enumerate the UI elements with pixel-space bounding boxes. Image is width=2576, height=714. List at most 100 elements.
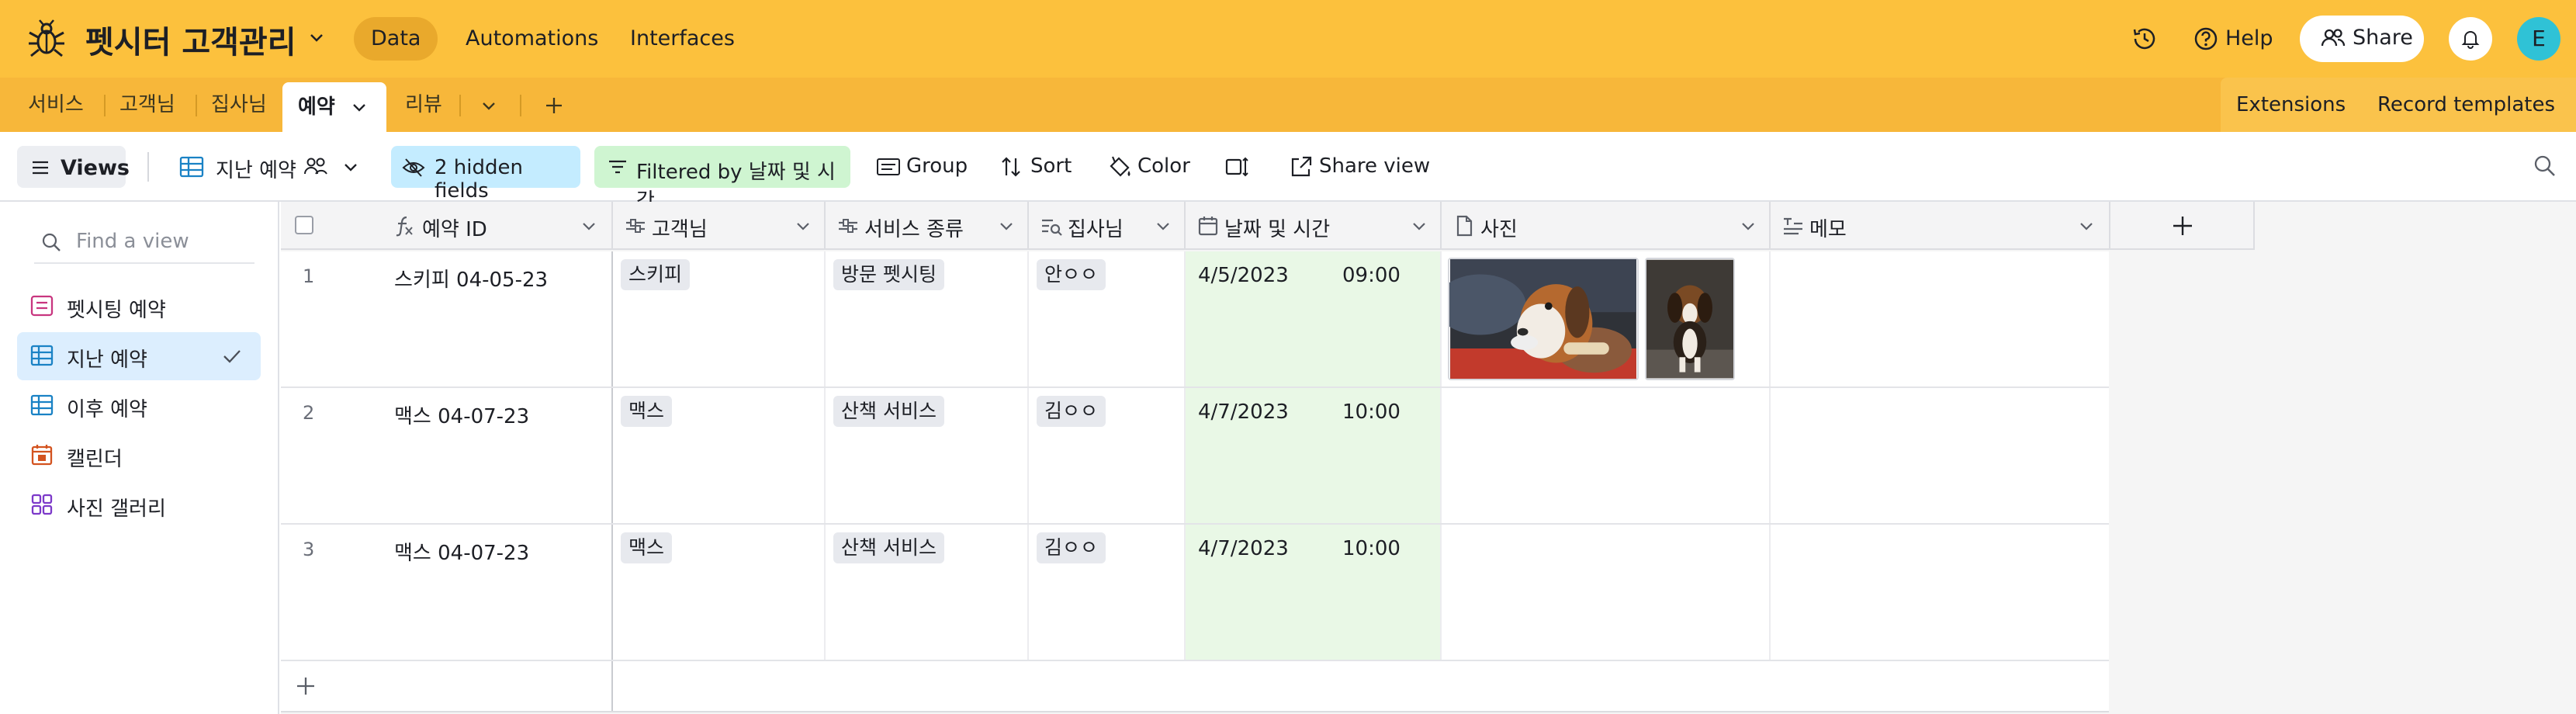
- nav-data[interactable]: Data: [354, 17, 438, 61]
- cell-memo[interactable]: [1771, 525, 2109, 660]
- cell-memo[interactable]: [1771, 251, 2109, 386]
- cell-sitter[interactable]: 김ㅇㅇ: [1029, 388, 1186, 523]
- paint-bucket-icon[interactable]: [1106, 154, 1133, 180]
- views-button[interactable]: Views: [17, 146, 130, 188]
- add-record-row[interactable]: [281, 661, 2109, 712]
- help-icon[interactable]: [2193, 26, 2219, 52]
- current-view-name[interactable]: 지난 예약: [216, 154, 296, 183]
- row-height-icon[interactable]: [1224, 154, 1251, 180]
- sidebar-item-upcoming-reservations[interactable]: 이후 예약: [17, 382, 261, 430]
- avatar[interactable]: E: [2517, 17, 2560, 61]
- sitter-tag[interactable]: 김ㅇㅇ: [1037, 532, 1106, 563]
- cell-customer[interactable]: 스키피: [613, 251, 826, 386]
- chevron-down-icon[interactable]: [351, 99, 368, 116]
- table-row[interactable]: 2 맥스 04-07-23 맥스 산책 서비스 김ㅇㅇ 4/7/2023 10:…: [281, 388, 2109, 525]
- share-external-icon[interactable]: [1288, 154, 1314, 180]
- nav-interfaces[interactable]: Interfaces: [613, 17, 752, 61]
- group-button[interactable]: Group: [906, 154, 968, 178]
- chevron-down-icon[interactable]: [341, 158, 360, 176]
- cell-photos[interactable]: [1442, 251, 1771, 386]
- customer-tag[interactable]: 맥스: [621, 396, 673, 427]
- base-name[interactable]: 펫시터 고객관리: [85, 17, 296, 62]
- column-header-customer[interactable]: 고객님: [613, 202, 826, 250]
- cell-date-time[interactable]: 4/7/2023 10:00: [1186, 525, 1442, 660]
- column-header-reservation-id[interactable]: 예약 ID: [281, 202, 613, 250]
- extensions-button[interactable]: Extensions: [2236, 93, 2346, 116]
- cell-service-type[interactable]: 산책 서비스: [826, 525, 1029, 660]
- top-bar: 펫시터 고객관리 Data Automations Interfaces Hel…: [0, 0, 2576, 78]
- cell-service-type[interactable]: 방문 펫시팅: [826, 251, 1029, 386]
- sidebar-item-calendar[interactable]: 캘린더: [17, 432, 261, 480]
- history-icon[interactable]: [2129, 23, 2160, 54]
- record-templates-button[interactable]: Record templates: [2377, 93, 2555, 116]
- chevron-down-icon[interactable]: [998, 217, 1015, 234]
- share-view-button[interactable]: Share view: [1319, 154, 1430, 178]
- chevron-down-icon[interactable]: [795, 217, 812, 234]
- customer-tag[interactable]: 맥스: [621, 532, 673, 563]
- column-name: 서비스 종류: [864, 218, 964, 241]
- search-icon[interactable]: [2533, 154, 2557, 178]
- beagle-photo-thumbnail[interactable]: [1448, 258, 1639, 380]
- cell-customer[interactable]: 맥스: [613, 388, 826, 523]
- chevron-down-icon[interactable]: [1155, 217, 1172, 234]
- find-view-input[interactable]: Find a view: [34, 220, 254, 264]
- sitter-tag[interactable]: 안ㅇㅇ: [1037, 259, 1106, 290]
- cell-photos[interactable]: [1442, 388, 1771, 523]
- puppy-photo-thumbnail[interactable]: [1645, 258, 1735, 380]
- tab-reservations[interactable]: 예약: [282, 82, 386, 132]
- plus-icon[interactable]: [295, 675, 317, 697]
- tab-services[interactable]: 서비스: [12, 78, 99, 132]
- chevron-down-icon[interactable]: [1740, 217, 1757, 234]
- plus-icon[interactable]: [543, 95, 565, 116]
- sitter-tag[interactable]: 김ㅇㅇ: [1037, 396, 1106, 427]
- service-tag[interactable]: 산책 서비스: [833, 532, 944, 563]
- chevron-down-icon[interactable]: [480, 96, 498, 115]
- share-button[interactable]: Share: [2300, 16, 2424, 62]
- help-link[interactable]: Help: [2225, 26, 2273, 50]
- cell-reservation-id[interactable]: 3 맥스 04-07-23: [281, 525, 613, 660]
- sidebar-item-past-reservations[interactable]: 지난 예약: [17, 332, 261, 380]
- column-header-service-type[interactable]: 서비스 종류: [826, 202, 1029, 250]
- cell-date-time[interactable]: 4/7/2023 10:00: [1186, 388, 1442, 523]
- cell-photos[interactable]: [1442, 525, 1771, 660]
- filter-button[interactable]: Filtered by 날짜 및 시간: [594, 146, 850, 213]
- cell-memo[interactable]: [1771, 388, 2109, 523]
- cell-sitter[interactable]: 김ㅇㅇ: [1029, 525, 1186, 660]
- notifications-button[interactable]: [2449, 17, 2492, 61]
- cell-customer[interactable]: 맥스: [613, 525, 826, 660]
- reservation-id-value: 맥스 04-07-23: [394, 542, 530, 565]
- tab-customers[interactable]: 고객님: [104, 78, 191, 132]
- cell-reservation-id[interactable]: 1 스키피 04-05-23: [281, 251, 613, 386]
- select-all-checkbox[interactable]: [295, 216, 313, 234]
- hidden-fields-button[interactable]: 2 hidden fields: [391, 146, 580, 203]
- sort-button[interactable]: Sort: [1030, 154, 1072, 178]
- bug-logo-icon[interactable]: [26, 19, 67, 59]
- add-field-button[interactable]: [2110, 202, 2255, 250]
- collaborators-icon[interactable]: [303, 154, 329, 180]
- customer-tag[interactable]: 스키피: [621, 259, 691, 290]
- cell-sitter[interactable]: 안ㅇㅇ: [1029, 251, 1186, 386]
- color-button[interactable]: Color: [1137, 154, 1190, 178]
- chevron-down-icon[interactable]: [2078, 217, 2095, 234]
- sort-icon[interactable]: [998, 154, 1024, 180]
- table-row[interactable]: 3 맥스 04-07-23 맥스 산책 서비스 김ㅇㅇ 4/7/2023 10:…: [281, 525, 2109, 661]
- column-header-date-time[interactable]: 날짜 및 시간: [1186, 202, 1442, 250]
- group-icon[interactable]: [875, 154, 902, 180]
- tab-sitters[interactable]: 집사님: [196, 78, 282, 132]
- nav-automations[interactable]: Automations: [448, 17, 615, 61]
- cell-service-type[interactable]: 산책 서비스: [826, 388, 1029, 523]
- table-row[interactable]: 1 스키피 04-05-23 스키피 방문 펫시팅 안ㅇㅇ 4/5/2023 0…: [281, 251, 2109, 388]
- service-tag[interactable]: 방문 펫시팅: [833, 259, 944, 290]
- chevron-down-icon[interactable]: [1411, 217, 1428, 234]
- column-header-memo[interactable]: 메모: [1771, 202, 2110, 250]
- column-header-photos[interactable]: 사진: [1442, 202, 1771, 250]
- cell-date-time[interactable]: 4/5/2023 09:00: [1186, 251, 1442, 386]
- sidebar-item-petsitting-form[interactable]: 펫시팅 예약: [17, 282, 261, 331]
- column-header-sitter[interactable]: 집사님: [1029, 202, 1186, 250]
- cell-reservation-id[interactable]: 2 맥스 04-07-23: [281, 388, 613, 523]
- tab-reviews[interactable]: 리뷰: [390, 78, 458, 132]
- service-tag[interactable]: 산책 서비스: [833, 396, 944, 427]
- sidebar-item-photo-gallery[interactable]: 사진 갤러리: [17, 481, 261, 529]
- chevron-down-icon[interactable]: [307, 28, 326, 47]
- chevron-down-icon[interactable]: [580, 217, 597, 234]
